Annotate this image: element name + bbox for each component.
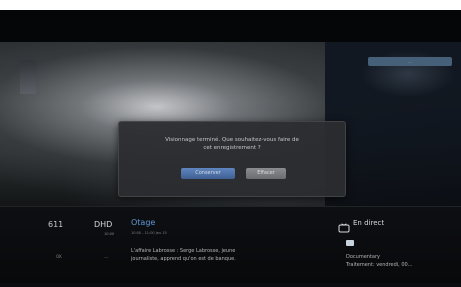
info-bar-divider	[0, 206, 461, 207]
delete-button[interactable]: Effacer	[246, 168, 286, 179]
program-time: 10:00 - 11:00 Jeu 15	[131, 231, 167, 235]
channel-name: DHD	[94, 220, 113, 229]
live-panel: En direct Documentary Traitement: vendre…	[338, 216, 444, 276]
recording-dialog: Visionnage terminé. Que souhaitez-vous f…	[118, 121, 346, 197]
tv-icon	[338, 218, 350, 233]
genre-detail: Traitement: vendredi, 00...	[346, 262, 413, 268]
live-status-row: En direct	[338, 216, 444, 233]
left-small-dash: ---	[104, 255, 109, 260]
dialog-message: Visionnage terminé. Que souhaitez-vous f…	[165, 137, 299, 151]
corner-badge: ...	[368, 57, 452, 66]
top-letterbox	[0, 10, 461, 42]
program-title: Otage	[131, 218, 156, 227]
hd-icon	[346, 240, 354, 246]
live-label: En direct	[353, 219, 385, 227]
lamp-object	[20, 60, 36, 94]
genre-label: Documentary	[346, 254, 380, 260]
keep-button[interactable]: Conserver	[181, 168, 235, 179]
channel-number: 611	[48, 220, 64, 229]
left-small-label: OK	[56, 254, 62, 259]
channel-time: 10:00	[104, 232, 115, 236]
program-description: L'affaire Labrosse : Serge Labrosse, jeu…	[131, 248, 236, 262]
tv-screen: ... Visionnage terminé. Que souhaitez-vo…	[0, 10, 461, 287]
